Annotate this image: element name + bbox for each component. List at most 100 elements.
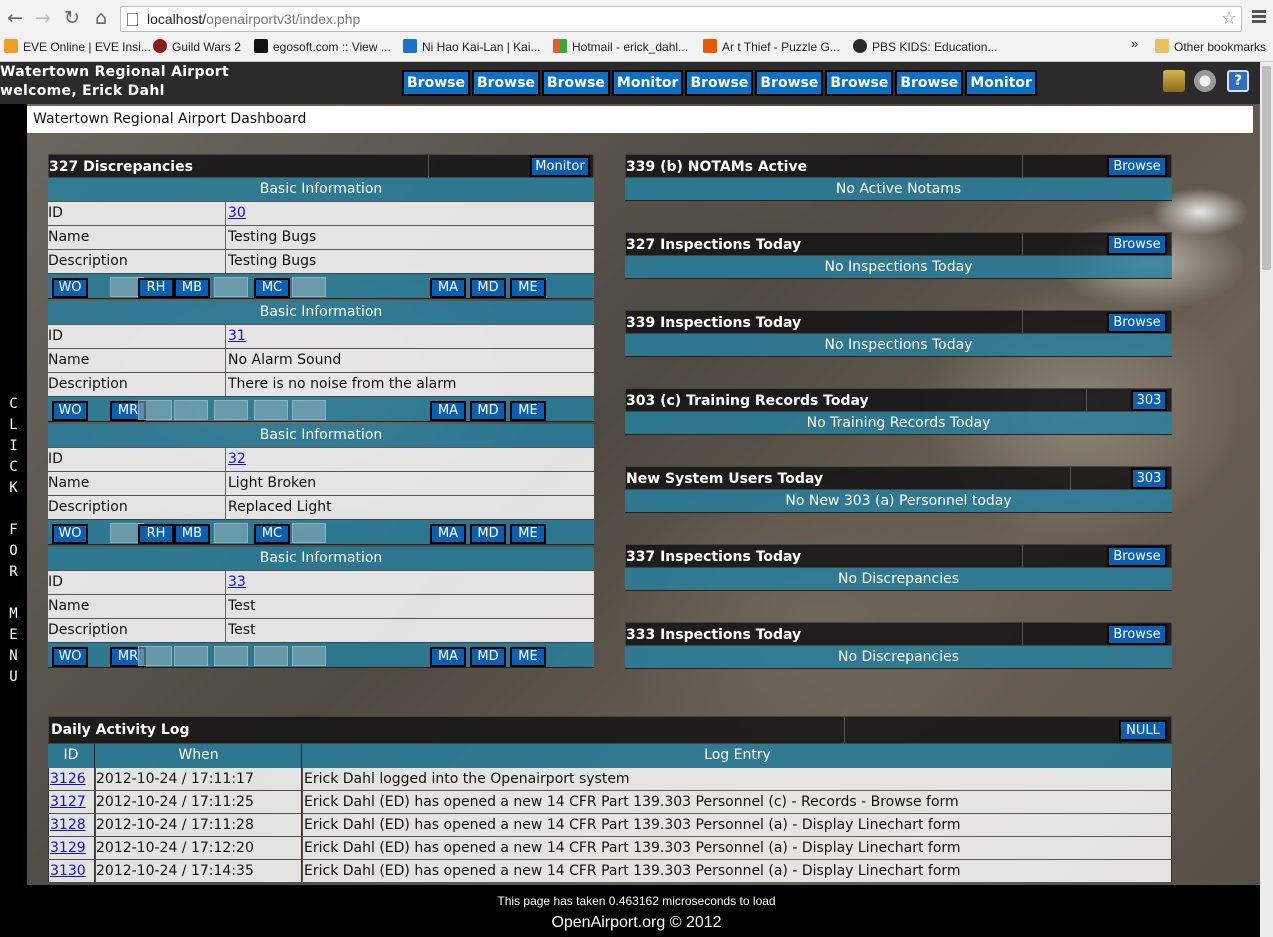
nav-browse-button[interactable]: Browse bbox=[541, 70, 610, 96]
bookmark-item[interactable]: Guild Wars 2 bbox=[153, 39, 241, 54]
field-label-description: Description bbox=[48, 250, 226, 273]
rh-button[interactable]: RH bbox=[138, 524, 174, 544]
ma-button[interactable]: MA bbox=[430, 524, 466, 544]
mb-button[interactable]: MB bbox=[174, 524, 210, 544]
md-button[interactable]: MD bbox=[470, 524, 506, 544]
nav-browse-button[interactable]: Browse bbox=[755, 70, 824, 96]
log-id-cell: 3128 bbox=[48, 814, 95, 836]
side-menu-letter: C bbox=[9, 396, 18, 412]
bookmark-item[interactable]: Ar t Thief - Puzzle G... bbox=[703, 39, 840, 54]
nav-browse-button[interactable]: Browse bbox=[685, 70, 754, 96]
record-field-row: Name Test bbox=[48, 594, 594, 618]
nav-browse-button[interactable]: Browse bbox=[471, 70, 540, 96]
ma-button[interactable]: MA bbox=[430, 401, 466, 421]
nav-monitor-button[interactable]: Monitor bbox=[611, 70, 684, 96]
me-button[interactable]: ME bbox=[510, 401, 546, 421]
me-button[interactable]: ME bbox=[510, 647, 546, 667]
log-id-link[interactable]: 3130 bbox=[50, 863, 86, 879]
nav-monitor-button[interactable]: Monitor bbox=[965, 70, 1037, 96]
header-divider bbox=[844, 717, 845, 743]
nav-browse-button[interactable]: Browse bbox=[895, 70, 964, 96]
scrollbar-thumb[interactable] bbox=[1262, 66, 1271, 270]
main-nav: Browse Browse Browse Monitor Browse Brow… bbox=[402, 70, 1037, 96]
wo-button[interactable]: WO bbox=[52, 278, 88, 298]
record-id-link[interactable]: 30 bbox=[228, 205, 246, 221]
bookmark-item[interactable]: Ni Hao Kai-Lan | Kai... bbox=[403, 39, 541, 54]
bookmark-item[interactable]: PBS KIDS: Education... bbox=[853, 39, 997, 54]
home-icon[interactable]: ⌂ bbox=[90, 6, 112, 30]
md-button[interactable]: MD bbox=[470, 278, 506, 298]
header-divider bbox=[1022, 233, 1023, 255]
record-field-row: Description There is no noise from the al… bbox=[48, 372, 594, 396]
log-id-link[interactable]: 3126 bbox=[50, 771, 86, 787]
reload-icon[interactable]: ↻ bbox=[61, 6, 83, 30]
bookmark-item[interactable]: EVE Online | EVE Insi... bbox=[4, 39, 151, 54]
side-menu-letter bbox=[0, 499, 27, 520]
forward-arrow-icon[interactable]: → bbox=[32, 6, 54, 30]
ma-button[interactable]: MA bbox=[430, 647, 466, 667]
log-id-link[interactable]: 3128 bbox=[50, 817, 86, 833]
bookmarks-overflow[interactable]: » bbox=[1131, 36, 1138, 51]
ma-button[interactable]: MA bbox=[430, 278, 466, 298]
browse-button[interactable]: Browse bbox=[1107, 234, 1167, 255]
log-row: 3129 2012-10-24 / 17:12:20 Erick Dahl (ED)… bbox=[48, 837, 1172, 860]
empty-slot bbox=[292, 523, 326, 543]
wo-button[interactable]: WO bbox=[52, 524, 88, 544]
browse-button[interactable]: Browse bbox=[1107, 312, 1167, 333]
rh-button[interactable]: RH bbox=[138, 278, 174, 298]
record-id-link[interactable]: 33 bbox=[228, 574, 246, 590]
address-bar[interactable]: localhost/openairportv3t/index.php ☆ bbox=[120, 6, 1242, 32]
panel-message: No Discrepancies bbox=[625, 568, 1172, 591]
mb-button[interactable]: MB bbox=[174, 278, 210, 298]
bookmark-item[interactable]: Hotmail - erick_dahl... bbox=[553, 39, 688, 54]
side-menu-letter: I bbox=[9, 438, 18, 454]
log-id-link[interactable]: 3127 bbox=[50, 794, 86, 810]
field-label-description: Description bbox=[48, 373, 226, 396]
browse-button[interactable]: Browse bbox=[1107, 156, 1167, 177]
record-id-link[interactable]: 32 bbox=[228, 451, 246, 467]
md-button[interactable]: MD bbox=[470, 647, 506, 667]
md-button[interactable]: MD bbox=[470, 401, 506, 421]
field-value-id: 31 bbox=[228, 325, 246, 347]
nav-browse-button[interactable]: Browse bbox=[402, 70, 470, 96]
log-row: 3127 2012-10-24 / 17:11:25 Erick Dahl (ED)… bbox=[48, 791, 1172, 814]
log-id-cell: 3130 bbox=[48, 860, 95, 882]
users-icon[interactable] bbox=[1163, 70, 1185, 92]
help-icon[interactable]: ? bbox=[1227, 70, 1249, 92]
load-time-text: This page has taken 0.463162 microsecond… bbox=[497, 894, 776, 908]
browser-menu-icon[interactable] bbox=[1252, 8, 1266, 28]
other-bookmarks[interactable]: Other bookmarks bbox=[1155, 39, 1266, 54]
record-id-link[interactable]: 31 bbox=[228, 328, 246, 344]
page-scrollbar[interactable] bbox=[1260, 62, 1273, 937]
personnel-button[interactable]: 303 bbox=[1131, 468, 1167, 489]
side-menu-toggle[interactable]: CLICKFORMENU bbox=[0, 104, 27, 894]
column-header-id: ID bbox=[48, 744, 95, 768]
activity-log-header: Daily Activity Log NULL bbox=[48, 716, 1172, 744]
header-divider bbox=[428, 155, 429, 177]
mc-button[interactable]: MC bbox=[254, 524, 290, 544]
log-id-link[interactable]: 3129 bbox=[50, 840, 86, 856]
mc-button[interactable]: MC bbox=[254, 278, 290, 298]
bookmark-star-icon[interactable]: ☆ bbox=[1221, 8, 1237, 29]
field-label-name: Name bbox=[48, 595, 226, 618]
wo-button[interactable]: WO bbox=[52, 401, 88, 421]
browse-button[interactable]: Browse bbox=[1107, 546, 1167, 567]
browse-button[interactable]: Browse bbox=[1107, 624, 1167, 645]
bookmark-favicon-icon bbox=[254, 39, 268, 53]
wo-button[interactable]: WO bbox=[52, 647, 88, 667]
record-action-row: WO MR MA MD ME bbox=[48, 642, 594, 668]
back-arrow-icon[interactable]: ← bbox=[4, 6, 26, 30]
personnel-button[interactable]: 303 bbox=[1131, 390, 1167, 411]
field-value-name: No Alarm Sound bbox=[228, 352, 342, 368]
nav-browse-button[interactable]: Browse bbox=[825, 70, 894, 96]
dashboard-title-bar: Watertown Regional Airport Dashboard bbox=[27, 106, 1253, 133]
gear-icon[interactable] bbox=[1194, 70, 1216, 92]
null-button[interactable]: NULL bbox=[1119, 720, 1167, 741]
bookmark-favicon-icon bbox=[703, 39, 717, 53]
me-button[interactable]: ME bbox=[510, 278, 546, 298]
bookmark-item[interactable]: egosoft.com :: View ... bbox=[254, 39, 391, 54]
me-button[interactable]: ME bbox=[510, 524, 546, 544]
basic-information-bar: Basic Information bbox=[48, 547, 594, 570]
side-menu-letter bbox=[0, 583, 27, 604]
monitor-button[interactable]: Monitor bbox=[530, 156, 590, 177]
